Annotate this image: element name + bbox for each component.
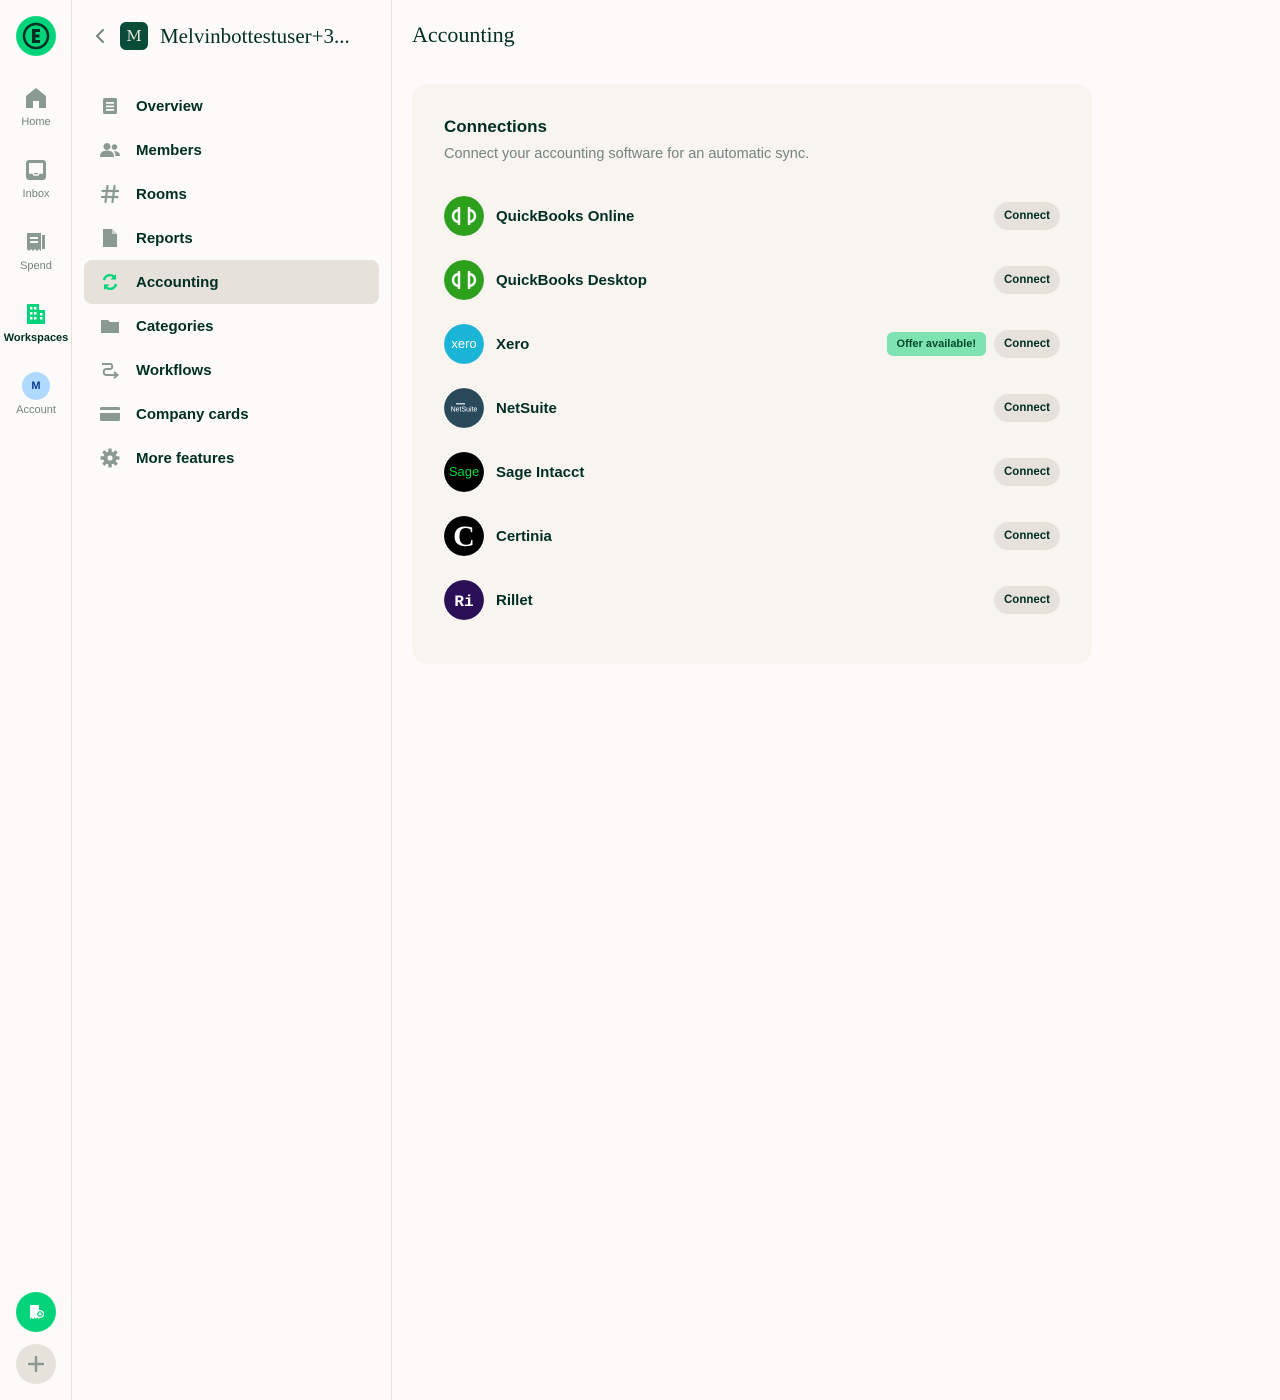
sidebar-item-label: Accounting [136,273,219,291]
sidebar-item-label: Overview [136,97,203,115]
quickbooks-logo [444,196,484,236]
connection-name: Xero [496,335,530,353]
connect-button[interactable]: Connect [994,330,1060,358]
certinia-logo: C [444,516,484,556]
connection-row-netsuite: NetSuite NetSuite Connect [444,388,1060,428]
connection-row-xero: xero Xero Offer available! Connect [444,324,1060,364]
connection-row-quickbooks-desktop: QuickBooks Desktop Connect [444,260,1060,300]
avatar: M [22,372,50,400]
connections-card: Connections Connect your accounting soft… [412,84,1092,664]
users-icon [100,140,120,160]
gear-icon [100,448,120,468]
navigation-rail: Home Inbox Spend Workspaces M Account [0,0,72,1400]
sidebar-item-rooms[interactable]: Rooms [84,172,379,216]
home-icon [26,88,46,108]
card-title: Connections [444,117,547,136]
connection-name: QuickBooks Online [496,207,635,225]
expensify-logo-icon [22,22,50,50]
connect-button[interactable]: Connect [994,586,1060,614]
workflow-icon [100,360,120,380]
card-subtitle: Connect your accounting software for an … [444,146,810,162]
sidebar-item-label: Company cards [136,405,249,423]
sidebar-item-categories[interactable]: Categories [84,304,379,348]
plus-icon [28,1356,44,1372]
rillet-logo-text: Ri [454,593,473,611]
sidebar-item-label: Categories [136,317,214,335]
connection-name: NetSuite [496,399,557,417]
hashtag-icon [100,184,120,204]
folder-icon [100,316,120,336]
rillet-logo: Ri [444,580,484,620]
connect-button[interactable]: Connect [994,522,1060,550]
rail-item-label: Spend [20,260,52,272]
chevron-left-icon [96,29,104,43]
connect-button[interactable]: Connect [994,202,1060,230]
workspace-header: M Melvinbottestuser+3... [92,20,365,52]
connect-button[interactable]: Connect [994,394,1060,422]
inbox-icon [26,160,46,180]
connection-name: QuickBooks Desktop [496,271,647,289]
create-expense-button[interactable] [16,1292,56,1332]
rail-item-label: Account [16,404,56,416]
receipt-icon [27,233,45,251]
rail-item-inbox[interactable]: Inbox [0,156,72,216]
workspace-name: Melvinbottestuser+3... [160,23,350,48]
connection-row-sage-intacct: Sage Sage Intacct Connect [444,452,1060,492]
sidebar-item-more-features[interactable]: More features [84,436,379,480]
connection-name: Rillet [496,591,533,609]
workspace-avatar: M [120,22,148,50]
sidebar-item-members[interactable]: Members [84,128,379,172]
connection-row-quickbooks-online: QuickBooks Online Connect [444,196,1060,236]
xero-logo: xero [444,324,484,364]
connection-row-rillet: Ri Rillet Connect [444,580,1060,620]
netsuite-logo: NetSuite [444,388,484,428]
xero-logo-text: xero [451,336,476,351]
workspace-sidebar: M Melvinbottestuser+3... Overview Member… [72,0,392,1400]
sidebar-item-label: Members [136,141,202,159]
back-button[interactable] [92,28,108,44]
sidebar-item-label: Reports [136,229,193,247]
quickbooks-logo [444,260,484,300]
netsuite-logo-text: NetSuite [451,407,478,414]
sync-icon [100,272,120,292]
credit-card-icon [100,404,120,424]
sidebar-item-accounting[interactable]: Accounting [84,260,379,304]
rail-item-label: Workspaces [3,332,69,344]
building-icon [27,304,45,324]
rail-item-spend[interactable]: Spend [0,228,72,288]
page-title: Accounting [412,22,515,47]
rail-item-workspaces[interactable]: Workspaces [0,300,72,360]
sage-logo: Sage [444,452,484,492]
sidebar-item-label: More features [136,449,235,467]
sidebar-item-company-cards[interactable]: Company cards [84,392,379,436]
rail-item-account[interactable]: M Account [0,372,72,432]
sidebar-item-workflows[interactable]: Workflows [84,348,379,392]
offer-badge[interactable]: Offer available! [886,332,986,356]
add-button[interactable] [16,1344,56,1384]
connection-name: Certinia [496,527,552,545]
connect-button[interactable]: Connect [994,458,1060,486]
connection-name: Sage Intacct [496,463,585,481]
connection-row-certinia: C Certinia Connect [444,516,1060,556]
sidebar-item-overview[interactable]: Overview [84,84,379,128]
sage-logo-text: Sage [449,464,479,479]
rail-item-label: Home [21,116,51,128]
certinia-logo-text: C [453,520,475,553]
connect-button[interactable]: Connect [994,266,1060,294]
file-icon [100,228,120,248]
sidebar-item-reports[interactable]: Reports [84,216,379,260]
rail-item-home[interactable]: Home [0,84,72,144]
receipt-plus-icon [30,1305,45,1319]
rail-item-label: Inbox [22,188,50,200]
sidebar-item-label: Workflows [136,361,212,379]
sidebar-item-label: Rooms [136,185,187,203]
expensify-logo[interactable] [16,16,56,56]
document-icon [100,96,120,116]
